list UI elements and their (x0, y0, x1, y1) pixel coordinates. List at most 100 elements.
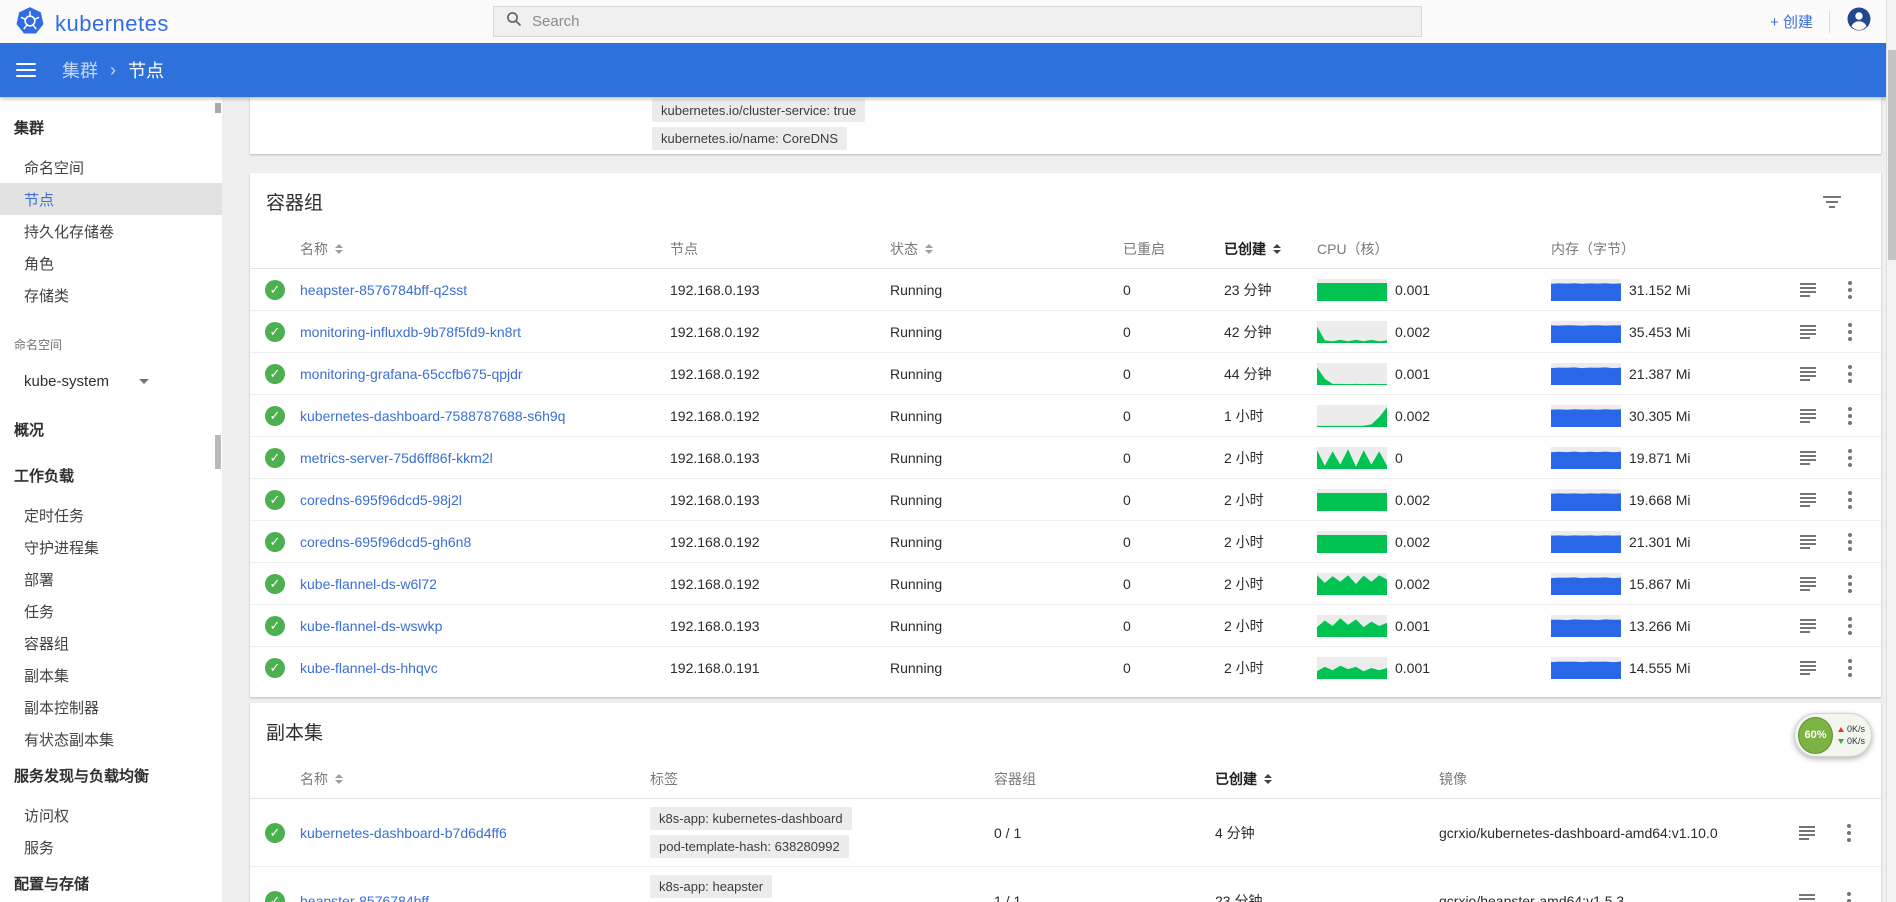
logs-icon[interactable] (1800, 283, 1816, 297)
logs-icon[interactable] (1800, 493, 1816, 507)
pod-node: 192.168.0.192 (670, 366, 890, 382)
sidebar-item[interactable]: 有状态副本集 (0, 723, 222, 755)
sidebar-scrollbar[interactable] (214, 97, 222, 902)
logs-icon[interactable] (1800, 367, 1816, 381)
pod-node: 192.168.0.193 (670, 492, 890, 508)
label-chip: pod-template-hash: 638280992 (650, 835, 849, 858)
sidebar-item[interactable]: 任务 (0, 595, 222, 627)
pod-cpu-value: 0.002 (1395, 324, 1430, 340)
logs-icon[interactable] (1800, 535, 1816, 549)
more-menu-icon[interactable] (1846, 363, 1854, 385)
more-menu-icon[interactable] (1846, 489, 1854, 511)
pod-name-link[interactable]: kubernetes-dashboard-7588787688-s6h9q (300, 408, 565, 424)
pod-row: ✓kubernetes-dashboard-7588787688-s6h9q19… (250, 395, 1881, 437)
pod-node: 192.168.0.193 (670, 450, 890, 466)
sidebar-item[interactable]: 守护进程集 (0, 531, 222, 563)
scrollbar-thumb[interactable] (1888, 50, 1896, 260)
pod-status: Running (890, 534, 1123, 550)
pod-name-link[interactable]: monitoring-grafana-65ccfb675-qpjdr (300, 366, 523, 382)
column-header-created[interactable]: 已创建 (1224, 239, 1317, 259)
sidebar-item[interactable]: 存储类 (0, 279, 222, 311)
logs-icon[interactable] (1800, 577, 1816, 591)
sidebar-header-discovery: 服务发现与负载均衡 (0, 759, 222, 791)
search-bar[interactable] (493, 6, 1422, 37)
brand[interactable]: kubernetes (15, 6, 169, 41)
namespace-selector[interactable]: kube-system (0, 365, 222, 397)
logs-icon[interactable] (1799, 894, 1815, 902)
column-header-name[interactable]: 名称 (300, 239, 670, 259)
logs-icon[interactable] (1800, 619, 1816, 633)
menu-icon[interactable] (16, 63, 36, 77)
pod-name-link[interactable]: heapster-8576784bff-q2sst (300, 282, 467, 298)
replicaset-pods: 1 / 1 (994, 893, 1215, 902)
pod-name-link[interactable]: monitoring-influxdb-9b78f5fd9-kn8rt (300, 324, 521, 340)
page-scrollbar[interactable] (1886, 0, 1896, 902)
more-menu-icon[interactable] (1846, 615, 1854, 637)
logs-icon[interactable] (1799, 826, 1815, 840)
pod-cpu-value: 0.002 (1395, 492, 1430, 508)
breadcrumb-section[interactable]: 集群 (62, 57, 98, 83)
sidebar-item[interactable]: 节点 (0, 183, 222, 215)
pod-name-link[interactable]: kube-flannel-ds-wswkp (300, 618, 442, 634)
search-input[interactable] (532, 13, 1409, 30)
replicaset-name-link[interactable]: kubernetes-dashboard-b7d6d4ff6 (300, 825, 507, 841)
pod-created: 44 分钟 (1224, 364, 1317, 384)
pod-created: 1 小时 (1224, 406, 1317, 426)
pod-name-link[interactable]: coredns-695f96dcd5-gh6n8 (300, 534, 471, 550)
create-button[interactable]: + 创建 (1770, 11, 1813, 32)
column-header-status[interactable]: 状态 (890, 239, 1123, 259)
logs-icon[interactable] (1800, 409, 1816, 423)
sidebar-item[interactable]: 定时任务 (0, 499, 222, 531)
speed-monitor-widget[interactable]: 60% 0K/s 0K/s (1794, 713, 1872, 757)
logs-icon[interactable] (1800, 451, 1816, 465)
sidebar-item[interactable]: 访问权 (0, 799, 222, 831)
sidebar-item[interactable]: 部署 (0, 563, 222, 595)
sidebar-item[interactable]: 服务 (0, 831, 222, 863)
sidebar-item[interactable]: 角色 (0, 247, 222, 279)
chevron-down-icon (139, 379, 149, 384)
sidebar-header-cluster: 集群 (0, 111, 222, 143)
pod-name-link[interactable]: coredns-695f96dcd5-98j2l (300, 492, 462, 508)
sidebar-item[interactable]: 命名空间 (0, 151, 222, 183)
sidebar-item[interactable]: 持久化存储卷 (0, 215, 222, 247)
sidebar-item[interactable]: 副本集 (0, 659, 222, 691)
sparkline-chart (1551, 363, 1621, 385)
more-menu-icon[interactable] (1846, 573, 1854, 595)
column-header-created[interactable]: 已创建 (1215, 769, 1439, 789)
namespace-value: kube-system (24, 373, 109, 390)
more-menu-icon[interactable] (1845, 822, 1853, 844)
pod-name-link[interactable]: kube-flannel-ds-w6l72 (300, 576, 437, 592)
kubernetes-dashboard: kubernetes + 创建 集 (0, 0, 1896, 902)
pod-memory-value: 21.387 Mi (1629, 366, 1690, 382)
more-menu-icon[interactable] (1846, 447, 1854, 469)
more-menu-icon[interactable] (1846, 657, 1854, 679)
pod-memory-value: 19.871 Mi (1629, 450, 1690, 466)
pod-name-link[interactable]: kube-flannel-ds-hhqvc (300, 660, 438, 676)
replicaset-name-link[interactable]: heapster-8576784bff (300, 893, 429, 902)
more-menu-icon[interactable] (1846, 279, 1854, 301)
pod-memory-value: 35.453 Mi (1629, 324, 1690, 340)
sparkline-chart (1551, 279, 1621, 301)
pod-restarts: 0 (1123, 534, 1224, 550)
pod-cpu-value: 0.002 (1395, 534, 1430, 550)
sparkline-chart (1551, 405, 1621, 427)
pod-name-link[interactable]: metrics-server-75d6ff86f-kkm2l (300, 450, 493, 466)
upload-speed: 0K/s (1847, 724, 1865, 734)
sidebar-item[interactable]: 容器组 (0, 627, 222, 659)
pod-status: Running (890, 282, 1123, 298)
logs-icon[interactable] (1800, 661, 1816, 675)
filter-icon[interactable] (1823, 195, 1841, 213)
column-header-name[interactable]: 名称 (300, 769, 650, 789)
pod-restarts: 0 (1123, 450, 1224, 466)
sidebar-item[interactable]: 副本控制器 (0, 691, 222, 723)
more-menu-icon[interactable] (1846, 321, 1854, 343)
more-menu-icon[interactable] (1845, 890, 1853, 902)
pod-memory-value: 30.305 Mi (1629, 408, 1690, 424)
more-menu-icon[interactable] (1846, 531, 1854, 553)
user-account-icon[interactable] (1846, 6, 1872, 37)
more-menu-icon[interactable] (1846, 405, 1854, 427)
logs-icon[interactable] (1800, 325, 1816, 339)
replicaset-row: ✓kubernetes-dashboard-b7d6d4ff6k8s-app: … (250, 799, 1881, 867)
sidebar-item-overview[interactable]: 概况 (0, 413, 222, 445)
pod-created: 42 分钟 (1224, 322, 1317, 342)
